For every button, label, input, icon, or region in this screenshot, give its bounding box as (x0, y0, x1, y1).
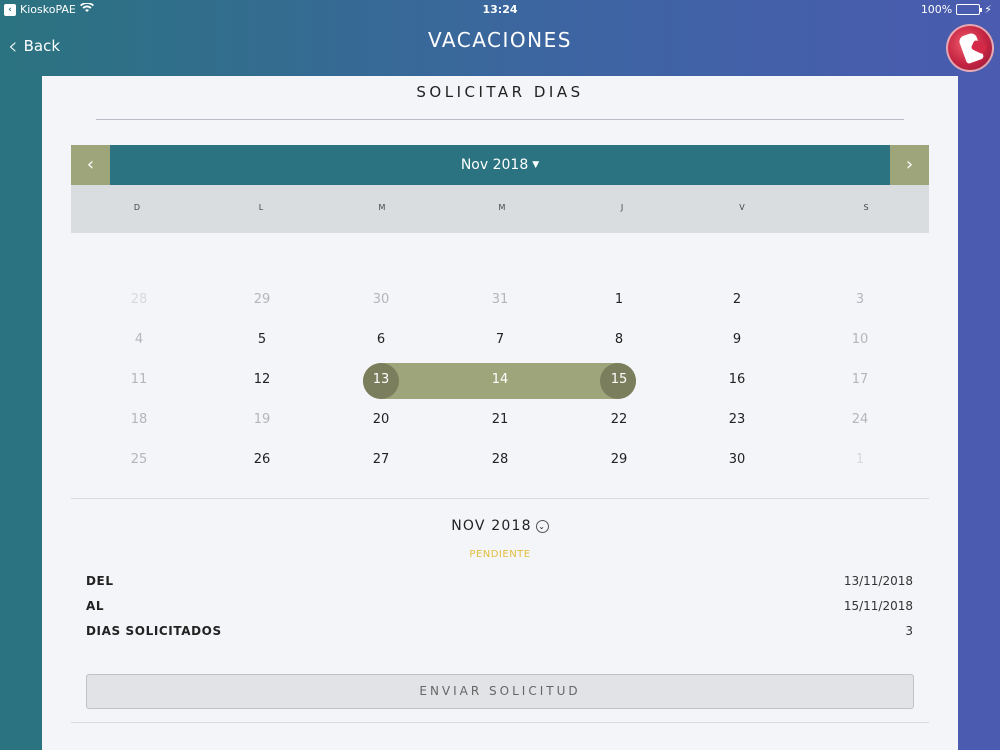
weekday-label: V (739, 203, 745, 212)
side-panel-left (0, 76, 42, 750)
chevron-left-icon: ‹ (86, 154, 95, 175)
calendar-day: 17 (851, 372, 869, 387)
weekday-row: D L M M J V S (71, 185, 929, 233)
calendar-day[interactable]: 2 (717, 290, 757, 310)
prev-month-button[interactable]: ‹ (71, 145, 110, 185)
chevron-down-circle-icon: ⌄ (535, 520, 549, 533)
days-requested-value: 3 (905, 624, 913, 638)
avatar[interactable] (946, 24, 994, 72)
calendar-day[interactable]: 5 (242, 330, 282, 350)
calendar-day: 31 (491, 292, 509, 307)
calendar-day: 25 (130, 452, 148, 467)
calendar-day: 30 (372, 292, 390, 307)
from-label: DEL (86, 574, 114, 588)
title-divider (96, 119, 904, 120)
days-requested-label: DIAS SOLICITADOS (86, 624, 222, 638)
status-bar: ‹ KioskoPAE 13:24 100% ⚡ (0, 0, 1000, 20)
calendar-day: 10 (851, 332, 869, 347)
calendar-day[interactable]: 26 (242, 450, 282, 470)
calendar-day: 1 (855, 452, 865, 467)
status-right: 100% ⚡ (921, 3, 992, 16)
calendar-day: 11 (130, 372, 148, 387)
side-panel-right (958, 76, 1000, 750)
calendar-day[interactable]: 16 (717, 370, 757, 390)
from-value: 13/11/2018 (843, 574, 913, 588)
chevron-right-icon: › (905, 154, 914, 175)
weekday-label: D (133, 203, 141, 212)
caret-down-icon: ▼ (532, 160, 540, 170)
calendar-day-selected[interactable]: 13 (361, 370, 401, 390)
calendar-day[interactable]: 30 (717, 450, 757, 470)
summary-month-toggle[interactable]: NOV 2018 ⌄ (42, 518, 958, 534)
to-label: AL (86, 599, 105, 613)
calendar-day[interactable]: 21 (480, 410, 520, 430)
calendar-day[interactable]: 1 (599, 290, 639, 310)
month-label: Nov 2018 (460, 157, 529, 173)
calendar-day-selected[interactable]: 15 (599, 370, 639, 390)
calendar-day[interactable]: 22 (599, 410, 639, 430)
calendar-day[interactable]: 29 (599, 450, 639, 470)
weekday-label: M (378, 203, 386, 212)
calendar-day[interactable]: 12 (242, 370, 282, 390)
calendar-day: 18 (130, 412, 148, 427)
nav-bar: ‹ Back VACACIONES (0, 20, 1000, 76)
calendar-day[interactable]: 7 (480, 330, 520, 350)
page-title: VACACIONES (428, 28, 572, 52)
weekday-label: M (498, 203, 506, 212)
calendar-day-selected[interactable]: 14 (480, 370, 520, 390)
calendar-day: 19 (253, 412, 271, 427)
send-request-button[interactable]: ENVIAR SOLICITUD (86, 674, 914, 709)
battery-percent: 100% (920, 3, 953, 16)
calendar-day: 4 (134, 332, 144, 347)
battery-icon (956, 4, 983, 15)
calendar-day[interactable]: 8 (599, 330, 639, 350)
calendar-day[interactable]: 28 (480, 450, 520, 470)
calendar-day: 29 (253, 292, 271, 307)
month-selector[interactable]: Nov 2018 ▼ (110, 145, 890, 185)
summary-month-label: NOV 2018 (451, 518, 532, 534)
charging-icon: ⚡ (984, 3, 992, 16)
bottom-divider (71, 722, 929, 723)
calendar-day[interactable]: 20 (361, 410, 401, 430)
calendar-header: ‹ Nov 2018 ▼ › (71, 145, 929, 185)
calendar-day: 28 (130, 292, 148, 307)
request-card: SOLICITAR DIAS ‹ Nov 2018 ▼ › D L M M J V… (42, 76, 958, 750)
calendar-day[interactable]: 6 (361, 330, 401, 350)
calendar-day[interactable]: 27 (361, 450, 401, 470)
card-title: SOLICITAR DIAS (416, 83, 584, 101)
weekday-label: S (863, 203, 869, 212)
calendar-day: 24 (851, 412, 869, 427)
weekday-label: L (258, 203, 264, 212)
calendar-day: 3 (855, 292, 865, 307)
next-month-button[interactable]: › (890, 145, 929, 185)
status-badge: PENDIENTE (469, 549, 531, 560)
to-value: 15/11/2018 (843, 599, 913, 613)
weekday-label: J (620, 203, 624, 212)
clock: 13:24 (482, 3, 518, 16)
section-divider (71, 498, 929, 499)
calendar-day[interactable]: 23 (717, 410, 757, 430)
calendar-day[interactable]: 9 (717, 330, 757, 350)
